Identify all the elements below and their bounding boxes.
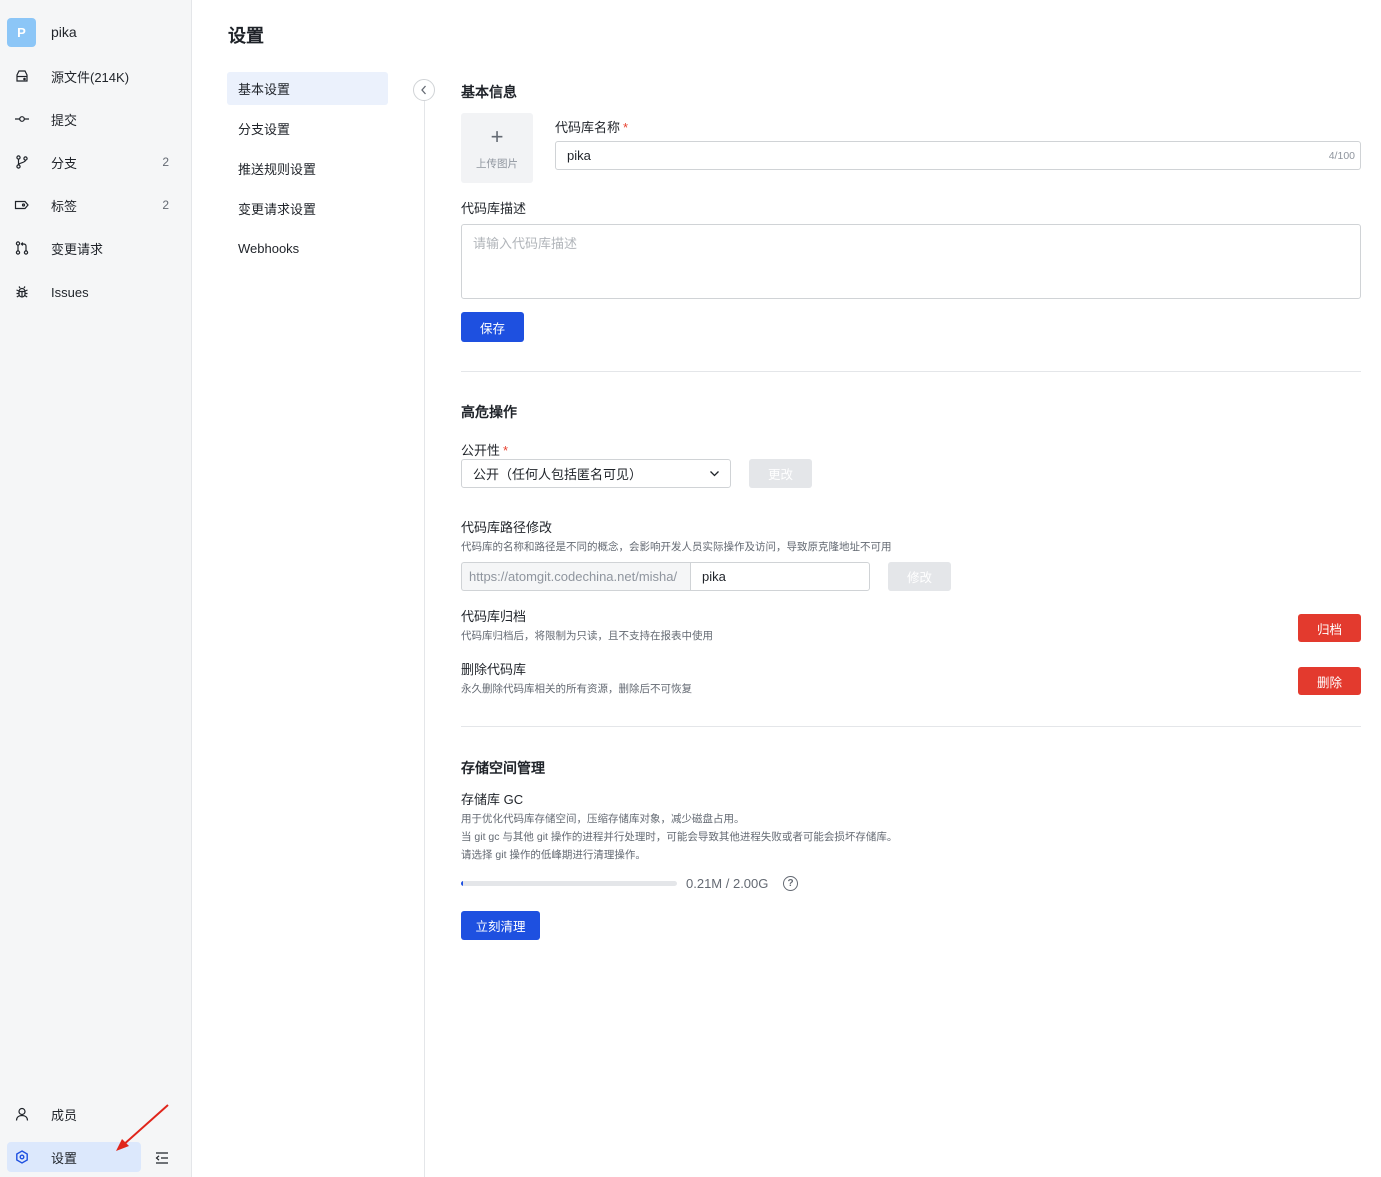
branch-icon — [7, 155, 37, 169]
storage-usage-text: 0.21M / 2.00G — [686, 876, 769, 891]
sidebar-item-merge-requests[interactable]: 变更请求 — [7, 233, 177, 263]
sidebar-item-tags[interactable]: 标签 2 — [7, 190, 177, 220]
settings-hexagon-icon — [7, 1150, 37, 1164]
subnav-merge-request-settings[interactable]: 变更请求设置 — [227, 192, 388, 225]
sidebar-item-commits[interactable]: 提交 — [7, 104, 177, 134]
gc-hint-1: 用于优化代码库存储空间，压缩存储库对象，减少磁盘占用。 — [461, 813, 745, 825]
modify-path-button[interactable]: 修改 — [888, 562, 951, 591]
gc-title: 存储库 GC — [461, 792, 524, 807]
sidebar-item-label: 变更请求 — [51, 241, 104, 257]
visibility-select[interactable]: 公开（任何人包括匿名可见） — [461, 459, 731, 488]
sidebar-item-label: 提交 — [51, 112, 78, 128]
sidebar-item-count: 2 — [162, 155, 169, 169]
annotation-arrow — [116, 1104, 169, 1151]
char-counter: 4/100 — [1328, 149, 1355, 162]
clean-now-button[interactable]: 立刻清理 — [461, 911, 540, 940]
section-title-basic: 基本信息 — [461, 84, 517, 100]
settings-subnav: 基本设置 分支设置 推送规则设置 变更请求设置 Webhooks — [227, 72, 388, 272]
path-hint: 代码库的名称和路径是不同的概念，会影响开发人员实际操作及访问，导致原克隆地址不可… — [461, 541, 892, 553]
subnav-webhooks[interactable]: Webhooks — [227, 232, 388, 265]
delete-title: 删除代码库 — [461, 662, 527, 677]
merge-request-icon — [7, 241, 37, 255]
tag-icon — [7, 198, 37, 212]
subnav-basic-settings[interactable]: 基本设置 — [227, 72, 388, 105]
chevron-down-icon — [710, 471, 719, 477]
delete-button[interactable]: 删除 — [1298, 667, 1361, 695]
change-visibility-button[interactable]: 更改 — [749, 459, 812, 488]
gc-hint-3: 请选择 git 操作的低峰期进行清理操作。 — [461, 849, 646, 861]
repo-name-label: 代码库名称 * — [555, 120, 629, 135]
sidebar: P pika 源文件(214K) 提交 分支 2 标签 2 变更请求 Issue… — [0, 0, 192, 1177]
sidebar-item-label: 标签 — [51, 198, 78, 214]
divider — [461, 371, 1361, 372]
gc-hint-2: 当 git gc 与其他 git 操作的进程并行处理时，可能会导致其他进程失败或… — [461, 831, 898, 843]
save-button[interactable]: 保存 — [461, 312, 524, 342]
sidebar-item-source-files[interactable]: 源文件(214K) — [7, 61, 177, 91]
sidebar-item-label: 分支 — [51, 155, 78, 171]
page-title: 设置 — [228, 26, 264, 46]
upload-label: 上传图片 — [476, 157, 518, 170]
section-title-danger: 高危操作 — [461, 404, 517, 420]
section-title-storage: 存储空间管理 — [461, 760, 545, 776]
repo-name: pika — [51, 24, 77, 40]
archive-button[interactable]: 归档 — [1298, 614, 1361, 642]
sidebar-item-issues[interactable]: Issues — [7, 277, 177, 307]
help-icon[interactable]: ? — [783, 876, 798, 891]
subnav-push-rules[interactable]: 推送规则设置 — [227, 152, 388, 185]
required-mark: * — [623, 120, 629, 135]
avatar: P — [7, 17, 36, 47]
sidebar-item-branches[interactable]: 分支 2 — [7, 147, 177, 177]
hard-drive-icon — [7, 69, 37, 83]
collapse-subnav-button[interactable] — [413, 79, 435, 101]
path-input[interactable]: pika — [690, 562, 870, 591]
subnav-branch-settings[interactable]: 分支设置 — [227, 112, 388, 145]
repo-name-value: pika — [567, 148, 591, 163]
sidebar-item-count: 2 — [162, 198, 169, 212]
archive-hint: 代码库归档后，将限制为只读，且不支持在报表中使用 — [461, 630, 713, 642]
sidebar-item-label: Issues — [51, 284, 89, 300]
archive-title: 代码库归档 — [461, 609, 527, 624]
path-title: 代码库路径修改 — [461, 520, 553, 535]
storage-progress-fill — [461, 881, 464, 886]
chevron-left-icon — [421, 85, 426, 95]
upload-image-button[interactable]: + 上传图片 — [461, 113, 533, 183]
repo-desc-label: 代码库描述 — [461, 201, 527, 216]
repo-name-input[interactable]: pika 4/100 — [555, 141, 1361, 170]
delete-hint: 永久删除代码库相关的所有资源，删除后不可恢复 — [461, 683, 692, 695]
storage-progress — [461, 881, 677, 886]
visibility-value: 公开（任何人包括匿名可见） — [473, 467, 643, 482]
user-icon — [7, 1107, 37, 1121]
sidebar-item-label: 源文件(214K) — [51, 69, 130, 85]
bug-icon — [7, 285, 37, 299]
repo-desc-textarea[interactable]: 请输入代码库描述 — [461, 224, 1361, 299]
required-mark: * — [503, 443, 509, 458]
visibility-label: 公开性 * — [461, 443, 509, 458]
plus-icon: + — [490, 123, 504, 149]
commit-icon — [7, 112, 37, 126]
repo-header[interactable]: P pika — [7, 17, 77, 47]
divider — [424, 90, 425, 1177]
path-prefix: https://atomgit.codechina.net/misha/ — [461, 562, 690, 591]
divider — [461, 726, 1361, 727]
